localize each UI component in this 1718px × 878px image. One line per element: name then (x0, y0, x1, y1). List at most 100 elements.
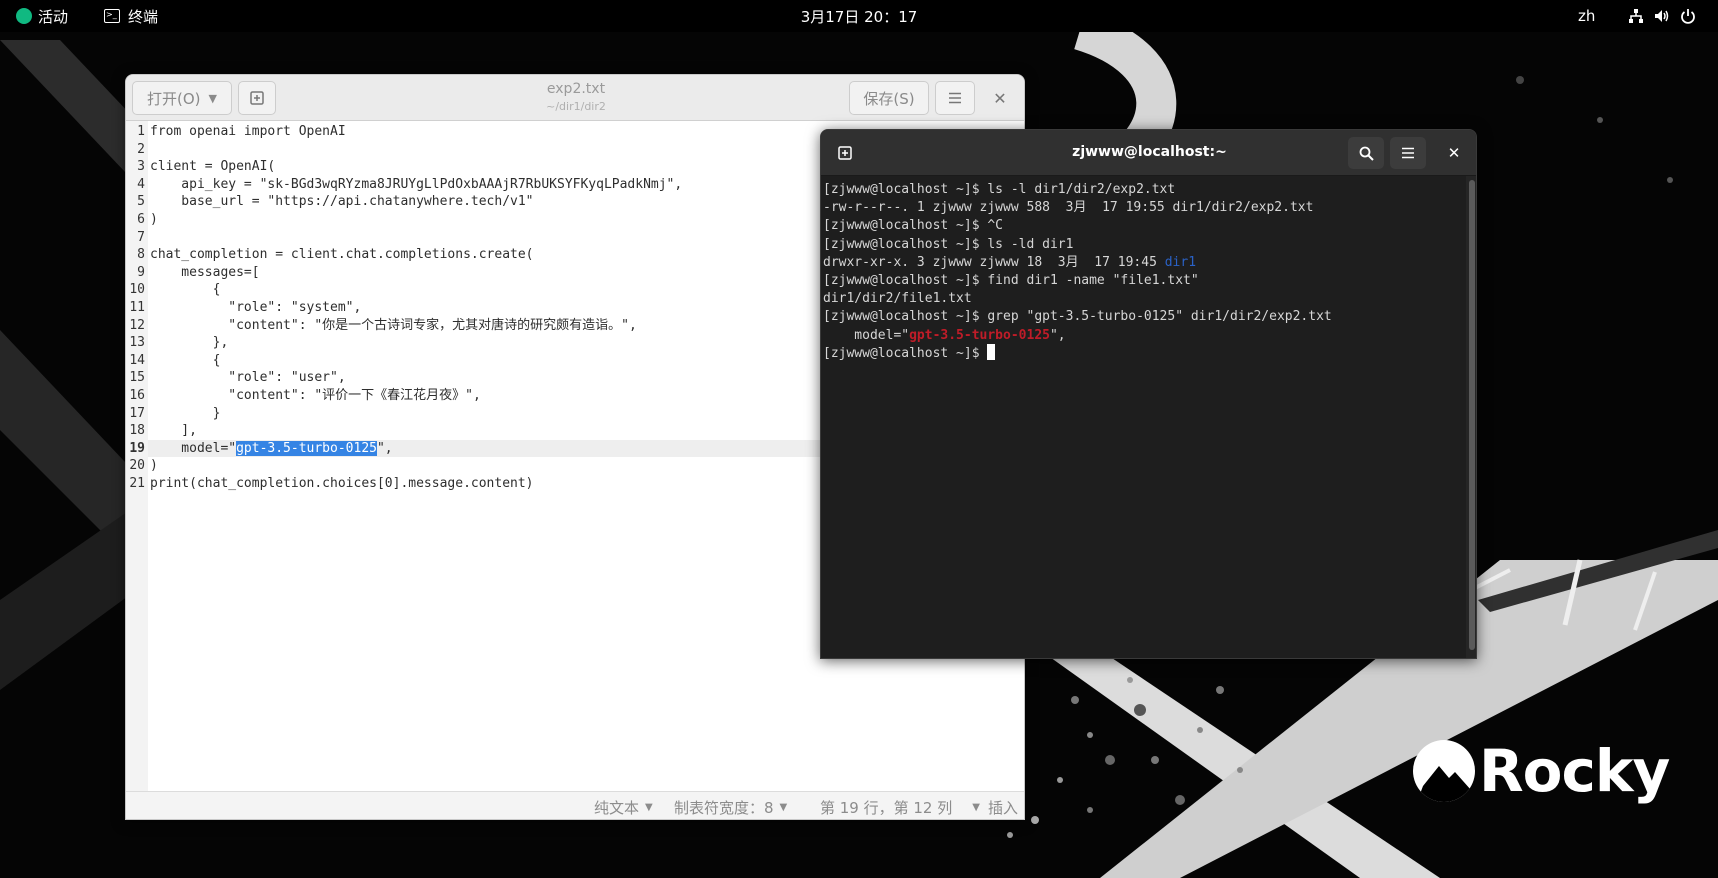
line-number: 10 (129, 282, 145, 297)
close-window-button[interactable]: ✕ (983, 81, 1017, 115)
cursor-position-label: 第 19 行，第 12 列 (820, 799, 953, 817)
app-menu-button[interactable]: >_ 终端 (104, 0, 158, 32)
terminal-text: dir1/dir2/file1.txt (823, 291, 972, 307)
app-name-label: 终端 (128, 7, 159, 26)
terminal-text: model=" (823, 327, 910, 343)
syntax-selector[interactable]: 纯文本 ▼ (594, 797, 653, 818)
line-number: 12 (129, 318, 145, 333)
terminal-line: -rw-r--r--. 1 zjwww zjwww 588 3月 17 19:5… (823, 198, 1313, 218)
code-line: ) (150, 458, 158, 473)
tab-width-label: 制表符宽度：8 (674, 799, 774, 817)
new-document-button[interactable] (238, 81, 276, 115)
editor-headerbar: 打开(O) ▼ exp2.txt ~/dir1/dir2 保存(S) ✕ (126, 75, 1024, 121)
code-line: { (150, 353, 221, 368)
line-number: 15 (129, 370, 145, 385)
close-window-button[interactable]: ✕ (1436, 137, 1472, 169)
line-number: 7 (137, 230, 145, 245)
tab-width-selector[interactable]: 制表符宽度：8 ▼ (674, 797, 787, 818)
hamburger-icon (1402, 147, 1414, 159)
line-number: 8 (137, 247, 145, 262)
new-tab-button[interactable] (827, 137, 863, 169)
code-line: "content": "你是一个古诗词专家，尤其对唐诗的研究颇有造诣。", (150, 318, 637, 333)
line-number: 13 (129, 335, 145, 350)
power-icon (1681, 9, 1695, 24)
chevron-down-icon: ▼ (972, 802, 980, 813)
line-number: 17 (129, 406, 145, 421)
hamburger-menu-button[interactable] (935, 81, 975, 115)
terminal-line: dir1/dir2/file1.txt (823, 289, 972, 309)
document-path: ~/dir1/dir2 (546, 100, 606, 113)
insert-mode-label: 插入 (988, 799, 1019, 817)
line-number: 21 (129, 476, 145, 491)
terminal-text: [zjwww@localhost ~]$ ^C (823, 218, 1004, 234)
system-status-menu[interactable] (1628, 0, 1696, 32)
code-line: ) (150, 212, 158, 227)
top-bar: 活动 >_ 终端 3月17日 20：17 zh (0, 0, 1718, 32)
terminal-text: [zjwww@localhost ~]$ ls -l dir1/dir2/exp… (823, 182, 1176, 197)
terminal-line: drwxr-xr-x. 3 zjwww zjwww 18 3月 17 19:45… (823, 253, 1196, 273)
cursor-position-selector[interactable]: 第 19 行，第 12 列 ▼ (820, 797, 980, 818)
code-text: model=" (150, 441, 237, 456)
terminal-text: -rw-r--r--. 1 zjwww zjwww 588 3月 17 19:5… (823, 200, 1314, 216)
code-line: "role": "user", (150, 370, 346, 385)
code-line: print(chat_completion.choices[0].message… (150, 476, 534, 491)
open-button[interactable]: 打开(O) ▼ (132, 81, 232, 115)
terminal-line: [zjwww@localhost ~]$ (823, 343, 996, 364)
input-language-button[interactable]: zh (1578, 0, 1595, 32)
terminal-text: [zjwww@localhost ~]$ ls -ld dir1 (823, 236, 1074, 252)
code-line: client = OpenAI( (150, 159, 276, 174)
terminal-line: [zjwww@localhost ~]$ grep "gpt-3.5-turbo… (823, 307, 1332, 327)
line-number: 11 (129, 300, 145, 315)
line-number: 3 (137, 159, 145, 174)
scrollbar-thumb[interactable] (1469, 180, 1475, 650)
code-line: chat_completion = client.chat.completion… (150, 247, 534, 262)
syntax-label: 纯文本 (594, 799, 640, 817)
line-number: 20 (129, 458, 145, 473)
chevron-down-icon: ▼ (645, 802, 653, 813)
code-line: model="gpt-3.5-turbo-0125", (150, 440, 393, 458)
code-line: from openai import OpenAI (150, 124, 346, 139)
activities-button[interactable]: 活动 (16, 0, 68, 32)
network-icon (1629, 9, 1643, 23)
hamburger-menu-button[interactable] (1390, 137, 1426, 169)
rocky-wordmark: Rocky (1479, 737, 1670, 805)
line-number: 18 (129, 423, 145, 438)
directory-name: dir1 (1164, 254, 1197, 270)
line-number: 1 (137, 124, 145, 139)
rocky-wallpaper-logo: Rocky (1413, 737, 1670, 805)
terminal-text: [zjwww@localhost ~]$ (823, 345, 988, 361)
terminal-output[interactable]: [zjwww@localhost ~]$ ls -l dir1/dir2/exp… (821, 176, 1466, 658)
grep-match: gpt-3.5-turbo-0125 (909, 327, 1050, 343)
close-icon: ✕ (993, 88, 1007, 108)
terminal-text: drwxr-xr-x. 3 zjwww zjwww 18 3月 17 19:45 (823, 254, 1165, 270)
line-number: 16 (129, 388, 145, 403)
open-button-label: 打开(O) (147, 89, 201, 108)
editor-statusbar: 纯文本 ▼ 制表符宽度：8 ▼ 第 19 行，第 12 列 ▼ 插入 (126, 791, 1024, 819)
terminal-window: zjwww@localhost:~ ✕ [zjwww@localhost ~]$… (820, 129, 1477, 659)
close-icon: ✕ (1447, 144, 1461, 162)
search-icon (1359, 146, 1374, 161)
code-line: "content": "评价一下《春江花月夜》", (150, 388, 481, 403)
code-line: messages=[ (150, 265, 260, 280)
code-line: }, (150, 335, 229, 350)
clock-button[interactable]: 3月17日 20：17 (801, 6, 918, 27)
code-line: api_key = "sk-BGd3wqRYzma8JRUYgLlPdOxbAA… (150, 177, 683, 192)
code-line: ], (150, 423, 197, 438)
chevron-down-icon: ▼ (779, 802, 788, 813)
rocky-mark-icon (1413, 740, 1475, 802)
selected-text: gpt-3.5-turbo-0125 (236, 441, 377, 456)
line-number: 14 (129, 353, 145, 368)
chevron-down-icon: ▼ (208, 91, 217, 105)
code-line: base_url = "https://api.chatanywhere.tec… (150, 194, 534, 209)
terminal-line: [zjwww@localhost ~]$ ls -l dir1/dir2/exp… (823, 180, 1175, 200)
line-number: 4 (137, 177, 145, 192)
language-label: zh (1578, 7, 1596, 25)
search-button[interactable] (1348, 137, 1384, 169)
line-number: 9 (137, 265, 145, 280)
terminal-scrollbar[interactable] (1466, 176, 1476, 658)
save-button[interactable]: 保存(S) (849, 81, 929, 115)
terminal-line: [zjwww@localhost ~]$ ls -ld dir1 (823, 235, 1073, 255)
terminal-text: [zjwww@localhost ~]$ find dir1 -name "fi… (823, 273, 1199, 288)
terminal-text: ", (1049, 327, 1066, 343)
new-tab-icon (250, 91, 264, 105)
